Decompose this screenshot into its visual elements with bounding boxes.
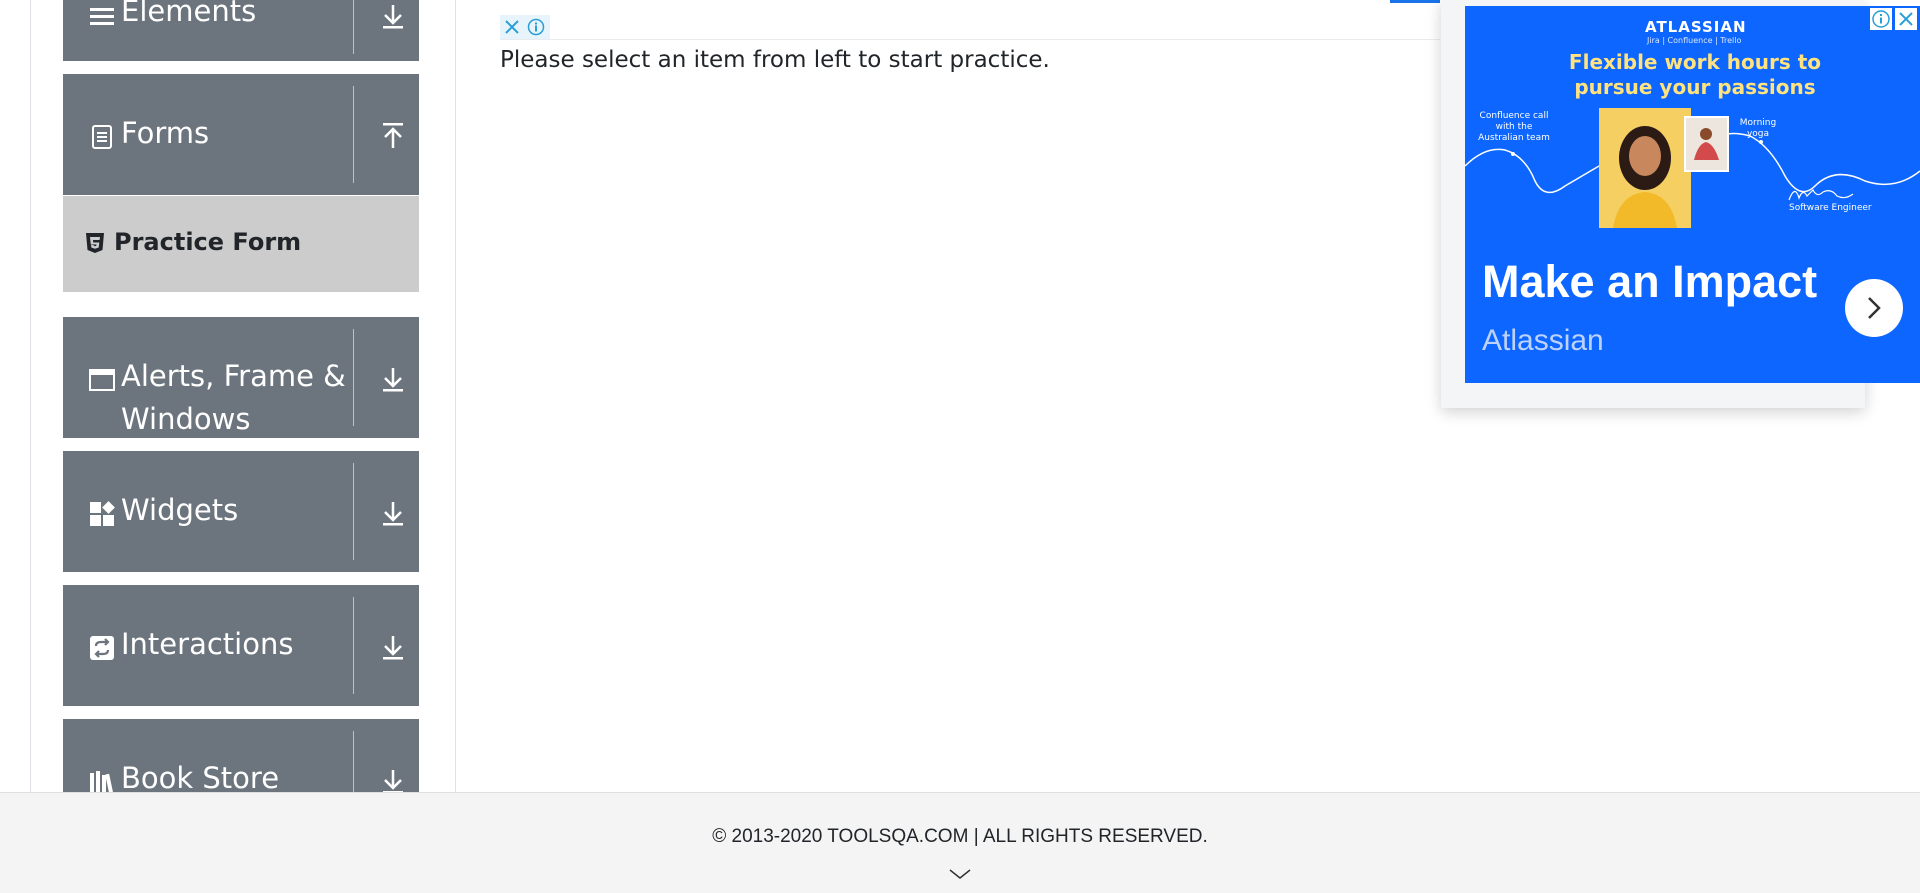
sidebar-group-label: Forms	[121, 116, 210, 150]
group-divider	[353, 86, 354, 183]
document-icon	[89, 124, 115, 150]
sidebar-right-border	[455, 0, 456, 792]
ad-next-button[interactable]	[1845, 279, 1903, 337]
html5-icon	[85, 232, 105, 254]
sidebar-group-label: Interactions	[121, 627, 294, 661]
footer-copyright: © 2013-2020 TOOLSQA.COM | ALL RIGHTS RES…	[712, 826, 1208, 847]
sidebar-group-forms[interactable]: Forms	[63, 74, 419, 195]
group-divider	[353, 597, 354, 694]
sidebar-group-elements[interactable]: Elements	[63, 0, 419, 61]
ad-note-right: Morning yoga	[1739, 118, 1777, 139]
ad-products: Jira | Confluence | Trello	[1647, 36, 1742, 45]
group-divider	[353, 329, 354, 426]
info-icon[interactable]	[527, 18, 545, 36]
ad-person-photo	[1599, 108, 1691, 228]
sidebar-group-label-line2: Windows	[121, 402, 251, 436]
group-divider	[353, 0, 354, 54]
top-banner-strip	[500, 0, 1440, 40]
ad-role: Software Engineer	[1789, 203, 1872, 213]
arrow-down-icon[interactable]	[379, 499, 407, 527]
practice-instruction-text: Please select an item from left to start…	[500, 47, 1050, 73]
ad-note-left: Confluence call with the Australian team	[1478, 111, 1550, 143]
books-icon	[89, 769, 115, 792]
chevron-down-icon[interactable]	[948, 866, 972, 885]
ad-title: Make an Impact	[1482, 256, 1818, 307]
ad-yoga-photo	[1684, 116, 1729, 172]
sidebar-group-interactions[interactable]: Interactions	[63, 585, 419, 706]
ad-choices-bar	[500, 15, 550, 39]
sidebar-group-label: Widgets	[121, 493, 239, 527]
widgets-icon	[89, 501, 115, 527]
sidebar-item-practice-form[interactable]: Practice Form	[63, 196, 419, 292]
page-left-border	[30, 0, 31, 792]
interactions-icon	[89, 635, 115, 661]
footer: © 2013-2020 TOOLSQA.COM | ALL RIGHTS RES…	[0, 792, 1920, 893]
group-divider	[353, 463, 354, 560]
sidebar-group-widgets[interactable]: Widgets	[63, 451, 419, 572]
hamburger-icon	[89, 4, 115, 30]
group-divider	[353, 731, 354, 792]
ad-advertiser: Atlassian	[1482, 324, 1604, 357]
ad-info-icon[interactable]	[1870, 8, 1892, 30]
arrow-down-icon[interactable]	[379, 365, 407, 393]
ad-headline: Flexible work hours to pursue your passi…	[1568, 50, 1822, 99]
ad-brand: ATLASSIAN	[1645, 18, 1747, 36]
sidebar-group-alerts-frame-windows[interactable]: Alerts, Frame & Windows	[63, 317, 419, 438]
sidebar-item-label: Practice Form	[114, 228, 302, 256]
sidebar-group-label: Elements	[121, 0, 257, 28]
banner-accent	[1390, 0, 1440, 3]
atlassian-ad[interactable]: ATLASSIAN Jira | Confluence | Trello Fle…	[1465, 6, 1920, 383]
arrow-down-icon[interactable]	[379, 767, 407, 792]
arrow-down-icon[interactable]	[379, 633, 407, 661]
sidebar-group-label: Book Store	[121, 761, 280, 792]
close-icon[interactable]	[503, 18, 521, 36]
window-icon	[89, 367, 115, 393]
sidebar-group-book-store[interactable]: Book Store	[63, 719, 419, 792]
arrow-up-icon[interactable]	[379, 122, 407, 150]
sidebar-group-label: Alerts, Frame &	[121, 359, 346, 393]
arrow-down-icon[interactable]	[379, 2, 407, 30]
ad-close-icon[interactable]	[1895, 8, 1917, 30]
